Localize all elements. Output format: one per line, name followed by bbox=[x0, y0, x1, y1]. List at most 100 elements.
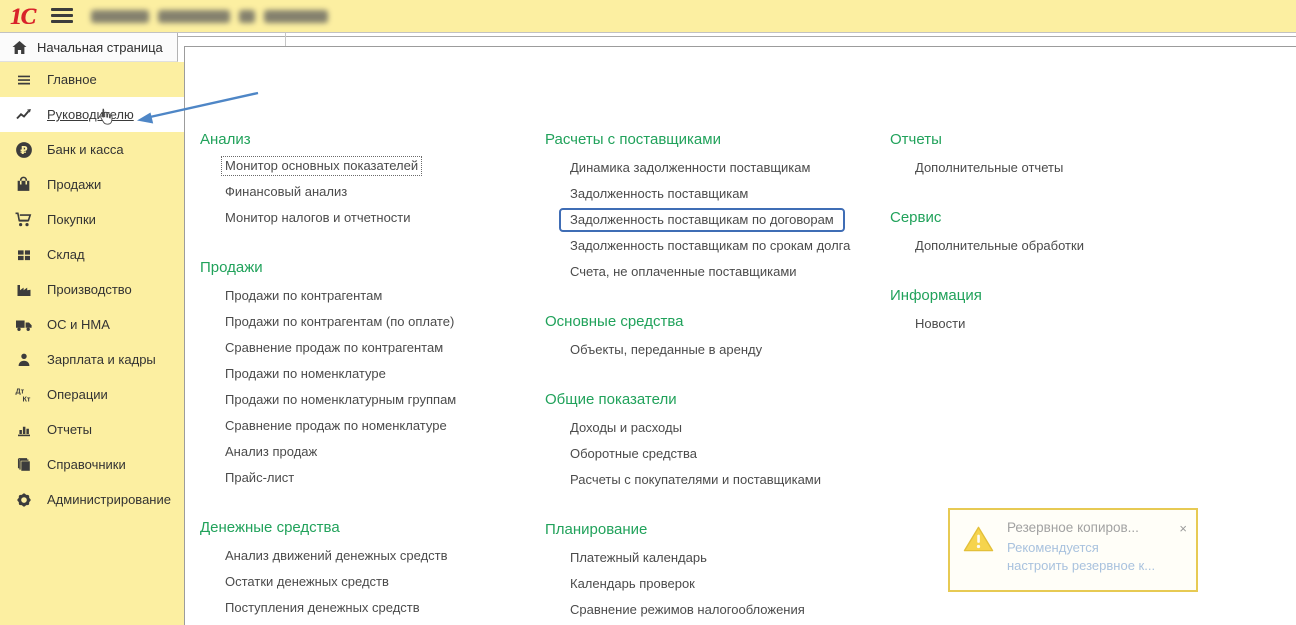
bar-chart-icon bbox=[13, 420, 34, 440]
menu-link[interactable]: Продажи по контрагентам (по оплате) bbox=[225, 309, 454, 335]
menu-link[interactable]: Анализ движений денежных средств bbox=[225, 543, 448, 569]
menu-link[interactable]: Задолженность поставщикам по договорам bbox=[559, 208, 845, 232]
warning-icon bbox=[963, 526, 994, 552]
sidebar-item-prodazhi[interactable]: Продажи bbox=[0, 167, 185, 202]
sidebar-item-label: Главное bbox=[47, 72, 97, 87]
menu-link[interactable]: Сравнение продаж по контрагентам bbox=[225, 335, 443, 361]
sidebar-item-glavnoe[interactable]: Главное bbox=[0, 62, 185, 97]
menu-link[interactable]: Дополнительные отчеты bbox=[915, 155, 1063, 181]
sidebar-item-bank-i-kassa[interactable]: ₽ Банк и касса bbox=[0, 132, 185, 167]
gear-icon bbox=[13, 490, 34, 510]
menu-section: Анализ Монитор основных показателей Финанс… bbox=[200, 127, 535, 231]
menu-link[interactable]: Монитор налогов и отчетности bbox=[225, 205, 411, 231]
menu-link[interactable]: Продажи по контрагентам bbox=[225, 283, 382, 309]
sidebar: Главное Руководителю ₽ Банк и касса Продажи П… bbox=[0, 62, 185, 625]
menu-link[interactable]: Оборотные средства bbox=[570, 441, 697, 467]
sidebar-item-label: Администрирование bbox=[47, 492, 171, 507]
menu-link[interactable]: Задолженность поставщикам bbox=[570, 181, 748, 207]
top-bar: 1С bbox=[0, 0, 1296, 33]
menu-link[interactable]: Динамика задолженности поставщикам bbox=[570, 155, 810, 181]
sidebar-item-pokupki[interactable]: Покупки bbox=[0, 202, 185, 237]
menu-link[interactable]: Платежный календарь bbox=[570, 545, 707, 571]
menu-link[interactable]: Финансовый анализ bbox=[225, 179, 347, 205]
sidebar-item-label: Производство bbox=[47, 282, 132, 297]
menu-link[interactable]: Анализ продаж bbox=[225, 439, 317, 465]
main-menu-icon[interactable] bbox=[50, 8, 73, 24]
person-icon bbox=[13, 350, 34, 370]
menu-column-1: Анализ Монитор основных показателей Финанс… bbox=[200, 127, 535, 625]
tab-strip-line bbox=[178, 36, 1296, 37]
menu-section: Основные средства Объекты, переданные в а… bbox=[545, 309, 880, 363]
home-icon bbox=[12, 40, 27, 54]
shopping-bag-icon bbox=[13, 175, 34, 195]
sidebar-item-label: ОС и НМА bbox=[47, 317, 110, 332]
menu-link[interactable]: Остатки денежных средств bbox=[225, 569, 389, 595]
menu-section: Информация Новости bbox=[890, 283, 1225, 337]
svg-text:Кт: Кт bbox=[22, 394, 30, 403]
sidebar-item-label: Операции bbox=[47, 387, 108, 402]
menu-link[interactable]: Сравнение продаж по номенклатуре bbox=[225, 413, 447, 439]
sidebar-item-label: Банк и касса bbox=[47, 142, 124, 157]
sidebar-item-proizvodstvo[interactable]: Производство bbox=[0, 272, 185, 307]
menu-section: Сервис Дополнительные обработки bbox=[890, 205, 1225, 259]
menu-section-title: Общие показатели bbox=[545, 391, 677, 408]
menu-link[interactable]: Дополнительные обработки bbox=[915, 233, 1084, 259]
sidebar-item-zarplata-i-kadry[interactable]: Зарплата и кадры bbox=[0, 342, 185, 377]
tab-separator bbox=[285, 33, 286, 46]
factory-icon bbox=[13, 280, 34, 300]
menu-link[interactable]: Новости bbox=[915, 311, 965, 337]
notification-title: Резервное копиров... bbox=[1007, 520, 1139, 535]
menu-section-title: Продажи bbox=[200, 259, 263, 276]
menu-section-title: Денежные средства bbox=[200, 519, 340, 536]
menu-link[interactable]: Задолженность поставщикам по срокам долг… bbox=[570, 233, 850, 259]
menu-link[interactable]: Расчеты с покупателями и поставщиками bbox=[570, 467, 821, 493]
menu-link[interactable]: Объекты, переданные в аренду bbox=[570, 337, 762, 363]
notification-body: Резервное копиров... Рекомендуется настр… bbox=[1007, 520, 1186, 575]
sidebar-item-operacii[interactable]: Дт Кт Операции bbox=[0, 377, 185, 412]
menu-section-title: Сервис bbox=[890, 209, 942, 226]
menu-section: Продажи Продажи по контрагентам Продажи по… bbox=[200, 255, 535, 491]
notification-link[interactable]: Рекомендуется настроить резервное к... bbox=[1007, 539, 1157, 575]
menu-link[interactable]: Доходы и расходы bbox=[570, 415, 682, 441]
menu-section: Расчеты с поставщиками Динамика задолженн… bbox=[545, 127, 880, 285]
sidebar-item-label: Руководителю bbox=[47, 107, 134, 122]
sidebar-item-label: Покупки bbox=[47, 212, 96, 227]
app-window: 1С Начальная страница Главное Руководител… bbox=[0, 0, 1296, 625]
sidebar-item-otchety[interactable]: Отчеты bbox=[0, 412, 185, 447]
menu-link[interactable]: Продажи по номенклатурным группам bbox=[225, 387, 456, 413]
menu-section-title: Планирование bbox=[545, 521, 648, 538]
menu-column-2: Расчеты с поставщиками Динамика задолженн… bbox=[545, 127, 880, 625]
pallet-grid-icon bbox=[13, 245, 34, 265]
sidebar-item-spravochniki[interactable]: Справочники bbox=[0, 447, 185, 482]
menu-section-title: Расчеты с поставщиками bbox=[545, 131, 721, 148]
menu-link[interactable]: Продажи по номенклатуре bbox=[225, 361, 386, 387]
menu-section-title: Информация bbox=[890, 287, 982, 304]
sidebar-item-os-i-nma[interactable]: ОС и НМА bbox=[0, 307, 185, 342]
sidebar-item-label: Склад bbox=[47, 247, 85, 262]
trend-up-icon bbox=[13, 105, 34, 125]
ruble-coin-icon: ₽ bbox=[13, 140, 34, 160]
menu-lines-icon bbox=[13, 70, 34, 90]
svg-text:₽: ₽ bbox=[20, 144, 27, 156]
books-icon bbox=[13, 455, 34, 475]
menu-section-title: Анализ bbox=[200, 131, 251, 148]
notification-close-icon[interactable]: × bbox=[1179, 522, 1187, 535]
1c-logo[interactable]: 1С bbox=[10, 5, 36, 28]
sidebar-item-label: Справочники bbox=[47, 457, 126, 472]
menu-section-title: Отчеты bbox=[890, 131, 942, 148]
sidebar-item-rukovoditelyu[interactable]: Руководителю bbox=[0, 97, 185, 132]
menu-section: Денежные средства Анализ движений денежны… bbox=[200, 515, 535, 621]
sidebar-item-sklad[interactable]: Склад bbox=[0, 237, 185, 272]
home-tab[interactable]: Начальная страница bbox=[0, 33, 178, 62]
menu-link[interactable]: Счета, не оплаченные поставщиками bbox=[570, 259, 797, 285]
menu-link[interactable]: Поступления денежных средств bbox=[225, 595, 420, 621]
shopping-cart-icon bbox=[13, 210, 34, 230]
menu-link[interactable]: Календарь проверок bbox=[570, 571, 695, 597]
debit-credit-icon: Дт Кт bbox=[13, 385, 34, 405]
menu-link[interactable]: Сравнение режимов налогообложения bbox=[570, 597, 805, 623]
sidebar-item-administrirovanie[interactable]: Администрирование bbox=[0, 482, 185, 517]
menu-link[interactable]: Прайс-лист bbox=[225, 465, 294, 491]
truck-icon bbox=[13, 315, 34, 335]
menu-column-3: Отчеты Дополнительные отчеты Сервис Дополни… bbox=[890, 127, 1225, 361]
menu-link[interactable]: Монитор основных показателей bbox=[221, 156, 423, 176]
